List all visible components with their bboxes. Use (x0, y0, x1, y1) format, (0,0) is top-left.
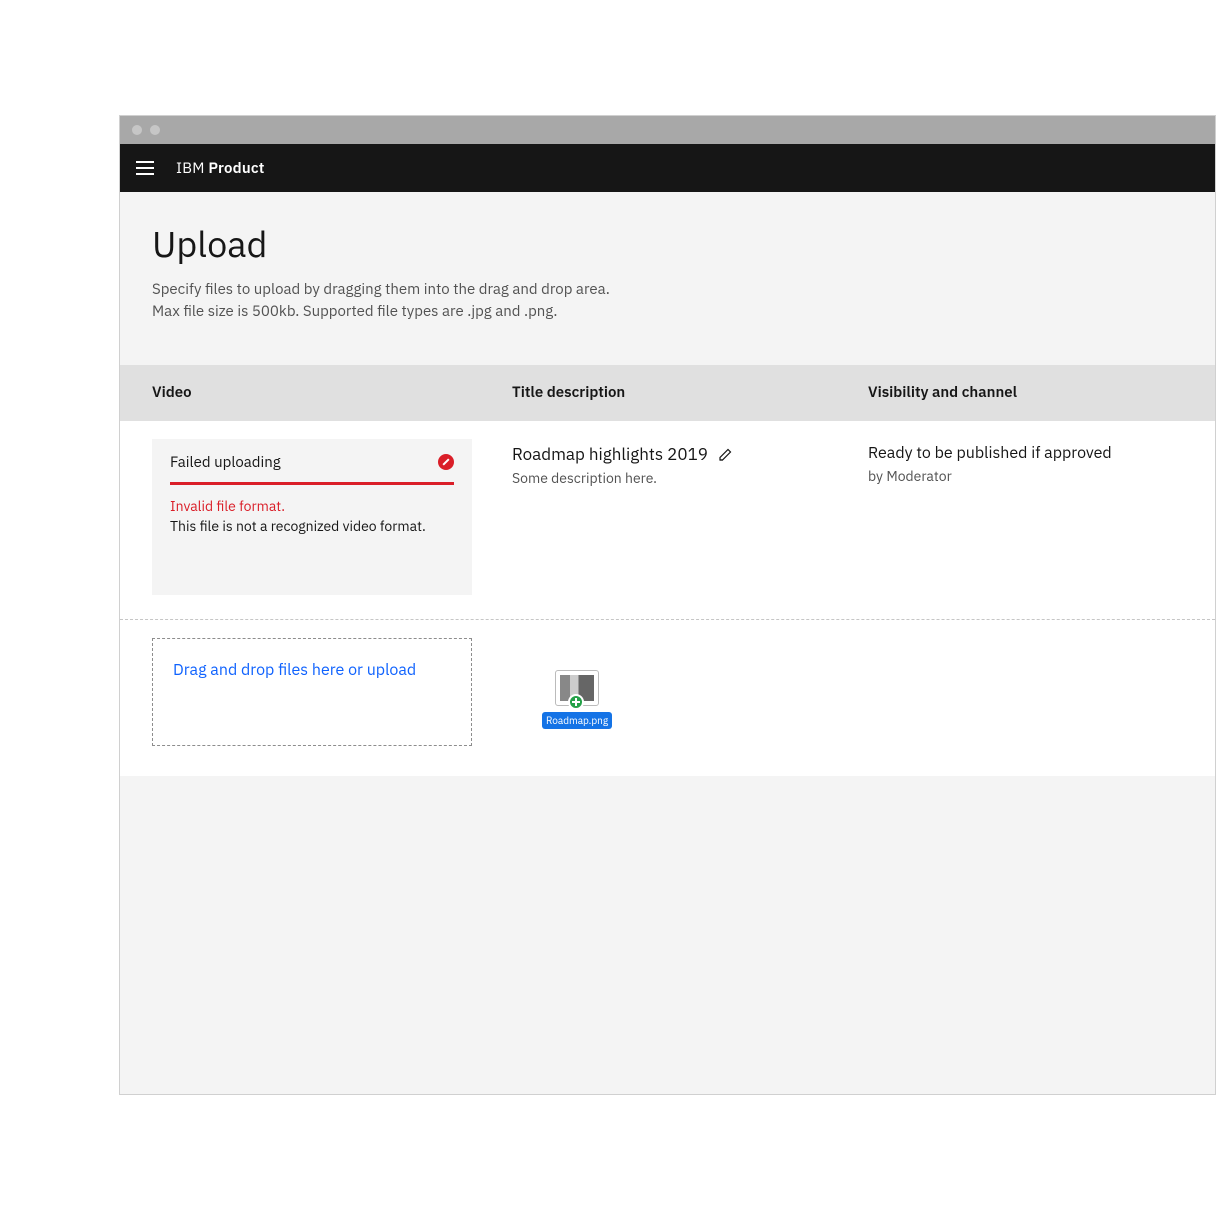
item-title: Roadmap highlights 2019 (512, 443, 708, 465)
table-header: Video Title description Visibility and c… (120, 365, 1215, 421)
brand-name: Product (208, 159, 264, 178)
visibility-status: Ready to be published if approved (868, 443, 1215, 463)
add-badge-icon (568, 694, 584, 710)
upload-status-label: Failed uploading (170, 453, 281, 472)
col-header-title: Title description (494, 383, 850, 402)
error-detail: This file is not a recognized video form… (170, 517, 454, 535)
cell-title: Roadmap highlights 2019 Some description… (494, 439, 850, 601)
app-window: IBM Product Upload Specify files to uplo… (119, 115, 1216, 1095)
error-reason: Invalid file format. (170, 497, 454, 515)
page-title: Upload (120, 220, 1215, 267)
brand-prefix: IBM (176, 159, 205, 178)
title-line: Roadmap highlights 2019 (512, 443, 850, 465)
cell-video: Failed uploading Invalid file format. Th… (120, 439, 494, 601)
error-icon (438, 454, 454, 470)
upload-error-box: Failed uploading Invalid file format. Th… (152, 439, 472, 595)
file-name-label: Roadmap.png (542, 712, 612, 729)
page-content: Upload Specify files to upload by draggi… (120, 192, 1215, 1094)
drop-zone-text: Drag and drop files here or upload (173, 659, 451, 681)
edit-icon[interactable] (718, 446, 734, 462)
upload-error-header: Failed uploading (152, 439, 472, 482)
uploads-table: Video Title description Visibility and c… (120, 365, 1215, 776)
cell-visibility: Ready to be published if approved by Mod… (850, 439, 1215, 601)
dragged-file[interactable]: Roadmap.png (542, 670, 612, 729)
table-row: Failed uploading Invalid file format. Th… (120, 421, 1215, 619)
col-header-video: Video (120, 383, 494, 402)
col-header-visibility: Visibility and channel (850, 383, 1215, 402)
traffic-light-dot[interactable] (132, 125, 142, 135)
traffic-light-dot[interactable] (150, 125, 160, 135)
app-header: IBM Product (120, 144, 1215, 192)
item-description: Some description here. (512, 469, 850, 487)
drop-zone[interactable]: Drag and drop files here or upload (152, 638, 472, 746)
drop-row: Drag and drop files here or upload Roadm… (120, 619, 1215, 776)
page-description: Specify files to upload by dragging them… (120, 279, 1215, 323)
error-body: Invalid file format. This file is not a … (152, 485, 472, 595)
window-titlebar (120, 116, 1215, 144)
visibility-by: by Moderator (868, 467, 1215, 485)
menu-icon[interactable] (136, 158, 156, 178)
brand-label: IBM Product (176, 159, 265, 178)
